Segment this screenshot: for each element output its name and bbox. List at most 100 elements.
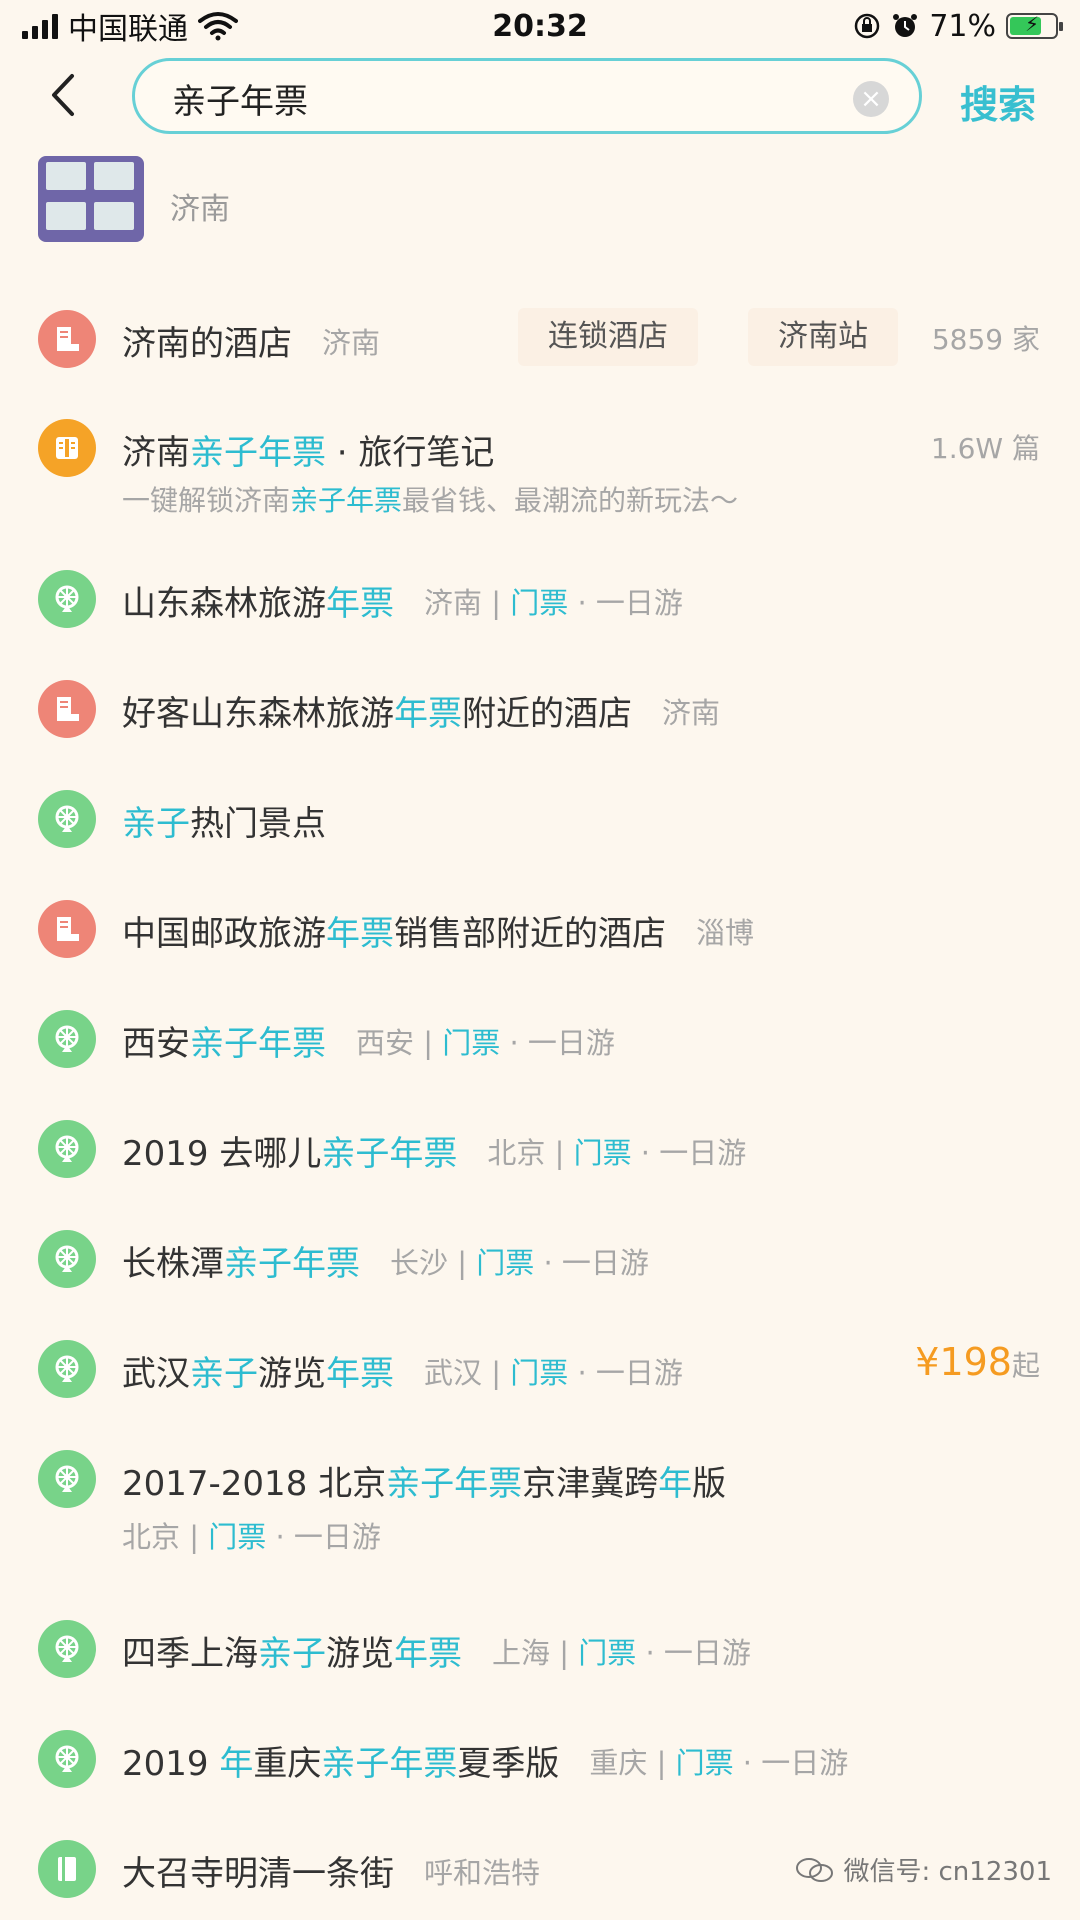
attraction-icon <box>38 1230 96 1288</box>
quick-filter-tag[interactable]: 济南站 <box>748 308 898 366</box>
attraction-icon <box>38 1730 96 1788</box>
separator: | <box>482 1356 511 1390</box>
suggestion-meta: 淄博 <box>696 910 754 952</box>
keyword-highlight: 年票 <box>326 584 394 624</box>
carrier-label: 中国联通 <box>68 12 188 47</box>
battery-percent: 71% <box>929 8 996 44</box>
location-label: 武汉 <box>424 1356 483 1390</box>
suggestion-meta: 北京 | 门票 · 一日游 <box>487 1130 746 1172</box>
suggestion-title: 亲子热门景点 <box>122 796 326 845</box>
keyword-highlight: 亲子年票 <box>190 433 326 473</box>
separator: · <box>266 1520 294 1554</box>
duration-label: 一日游 <box>595 586 683 620</box>
keyword-highlight: 亲子年票 <box>190 1024 326 1064</box>
suggestion-title: 好客山东森林旅游年票附近的酒店 <box>122 686 632 735</box>
watermark-text: 微信号: cn12301 <box>843 1857 1052 1887</box>
suggestion-meta: 上海 | 门票 · 一日游 <box>492 1630 751 1672</box>
back-button[interactable] <box>40 70 90 120</box>
duration-label: 一日游 <box>761 1746 849 1780</box>
suggestion-title: 2019 年重庆亲子年票夏季版 <box>122 1736 559 1785</box>
suggestion-title: 济南的酒店 <box>122 316 292 365</box>
keyword-highlight: 亲子年票 <box>321 1744 458 1784</box>
category-label: 门票 <box>675 1746 734 1780</box>
result-count: 1.6W 篇 <box>930 432 1040 465</box>
watermark: 微信号: cn12301 <box>795 1851 1052 1888</box>
title-text: 四季上海 <box>122 1634 258 1674</box>
title-text: 济南 <box>122 433 190 473</box>
attraction-icon <box>38 1450 96 1508</box>
attraction-icon <box>38 1120 96 1178</box>
title-text: 游览 <box>326 1634 394 1674</box>
travel-note-icon <box>38 419 96 477</box>
title-text: 版 <box>692 1464 727 1504</box>
title-text: 京津冀跨 <box>522 1464 659 1504</box>
category-label: 门票 <box>208 1520 267 1554</box>
search-input[interactable] <box>170 69 824 127</box>
category-label: 门票 <box>510 1356 569 1390</box>
keyword-highlight: 年 <box>219 1744 254 1784</box>
title-text: 济南的酒店 <box>122 324 292 364</box>
separator: | <box>550 1636 579 1670</box>
alarm-icon <box>893 14 918 37</box>
suggestion-subtitle: 一键解锁济南亲子年票最省钱、最潮流的新玩法～ <box>122 479 738 519</box>
category-label: 门票 <box>578 1636 637 1670</box>
title-text: 销售部附近的酒店 <box>394 914 666 954</box>
title-text: 2019 <box>122 1744 220 1784</box>
separator: · <box>636 1636 664 1670</box>
keyword-highlight: 年票 <box>326 914 394 954</box>
result-location: 济南 <box>170 192 230 227</box>
suggestion-title: 大召寺明清一条街 <box>122 1846 394 1895</box>
duration-label: 一日游 <box>659 1136 747 1170</box>
title-text: 2017-2018 北京 <box>122 1464 387 1504</box>
cell-signal-icon <box>22 13 58 39</box>
suggestion-meta: 北京 | 门票 · 一日游 <box>122 1514 381 1556</box>
price-suffix: 起 <box>1011 1349 1040 1382</box>
location-label: 济南 <box>322 326 381 360</box>
search-button[interactable]: 搜索 <box>960 74 1036 129</box>
suggestion-meta: 重庆 | 门票 · 一日游 <box>589 1740 848 1782</box>
duration-label: 一日游 <box>293 1520 381 1554</box>
keyword-highlight: 亲子年票 <box>386 1464 523 1504</box>
suggestion-title: 2017-2018 北京亲子年票京津冀跨年版 <box>122 1456 726 1505</box>
result-count: 5859 家 <box>931 323 1040 356</box>
keyword-highlight: 年票 <box>326 1354 394 1394</box>
hotel-icon <box>38 900 96 958</box>
separator: | <box>545 1136 574 1170</box>
duration-label: 一日游 <box>527 1026 615 1060</box>
title-text: 夏季版 <box>457 1744 560 1784</box>
duration-label: 一日游 <box>561 1246 649 1280</box>
price-label: ¥198起 <box>915 1340 1040 1384</box>
price-value: ¥198 <box>915 1340 1012 1384</box>
search-bar: × 搜索 <box>0 52 1080 137</box>
separator: | <box>647 1746 676 1780</box>
keyword-highlight: 年票 <box>394 694 462 734</box>
guide-book-icon <box>38 1840 96 1898</box>
location-label: 淄博 <box>696 916 755 950</box>
keyword-highlight: 亲子 <box>122 804 190 844</box>
wechat-icon <box>796 1857 834 1882</box>
separator: · <box>534 1246 562 1280</box>
location-label: 济南 <box>662 696 721 730</box>
suggestion-title: 武汉亲子游览年票 <box>122 1346 394 1395</box>
hotel-icon <box>38 680 96 738</box>
separator: · <box>500 1026 528 1060</box>
keyword-highlight: 年票 <box>394 1634 462 1674</box>
category-label: 门票 <box>510 586 569 620</box>
location-label: 北京 <box>487 1136 546 1170</box>
subtitle-text: 一键解锁济南 <box>122 484 291 517</box>
search-field[interactable]: × <box>132 58 922 134</box>
battery-icon: ⚡ <box>1006 12 1063 39</box>
duration-label: 一日游 <box>663 1636 751 1670</box>
separator: | <box>448 1246 477 1280</box>
title-text: 游览 <box>258 1354 326 1394</box>
keyword-highlight: 亲子年票 <box>290 484 403 517</box>
result-row-thumbnail[interactable]: 济南 <box>0 138 1080 264</box>
location-label: 重庆 <box>589 1746 648 1780</box>
clear-icon[interactable]: × <box>853 81 889 117</box>
suggestion-meta: 呼和浩特 <box>424 1850 540 1892</box>
location-label: 呼和浩特 <box>424 1856 541 1890</box>
location-label: 上海 <box>492 1636 551 1670</box>
keyword-highlight: 亲子 <box>258 1634 326 1674</box>
title-text: 山东森林旅游 <box>122 584 326 624</box>
quick-filter-tag[interactable]: 连锁酒店 <box>518 308 698 366</box>
